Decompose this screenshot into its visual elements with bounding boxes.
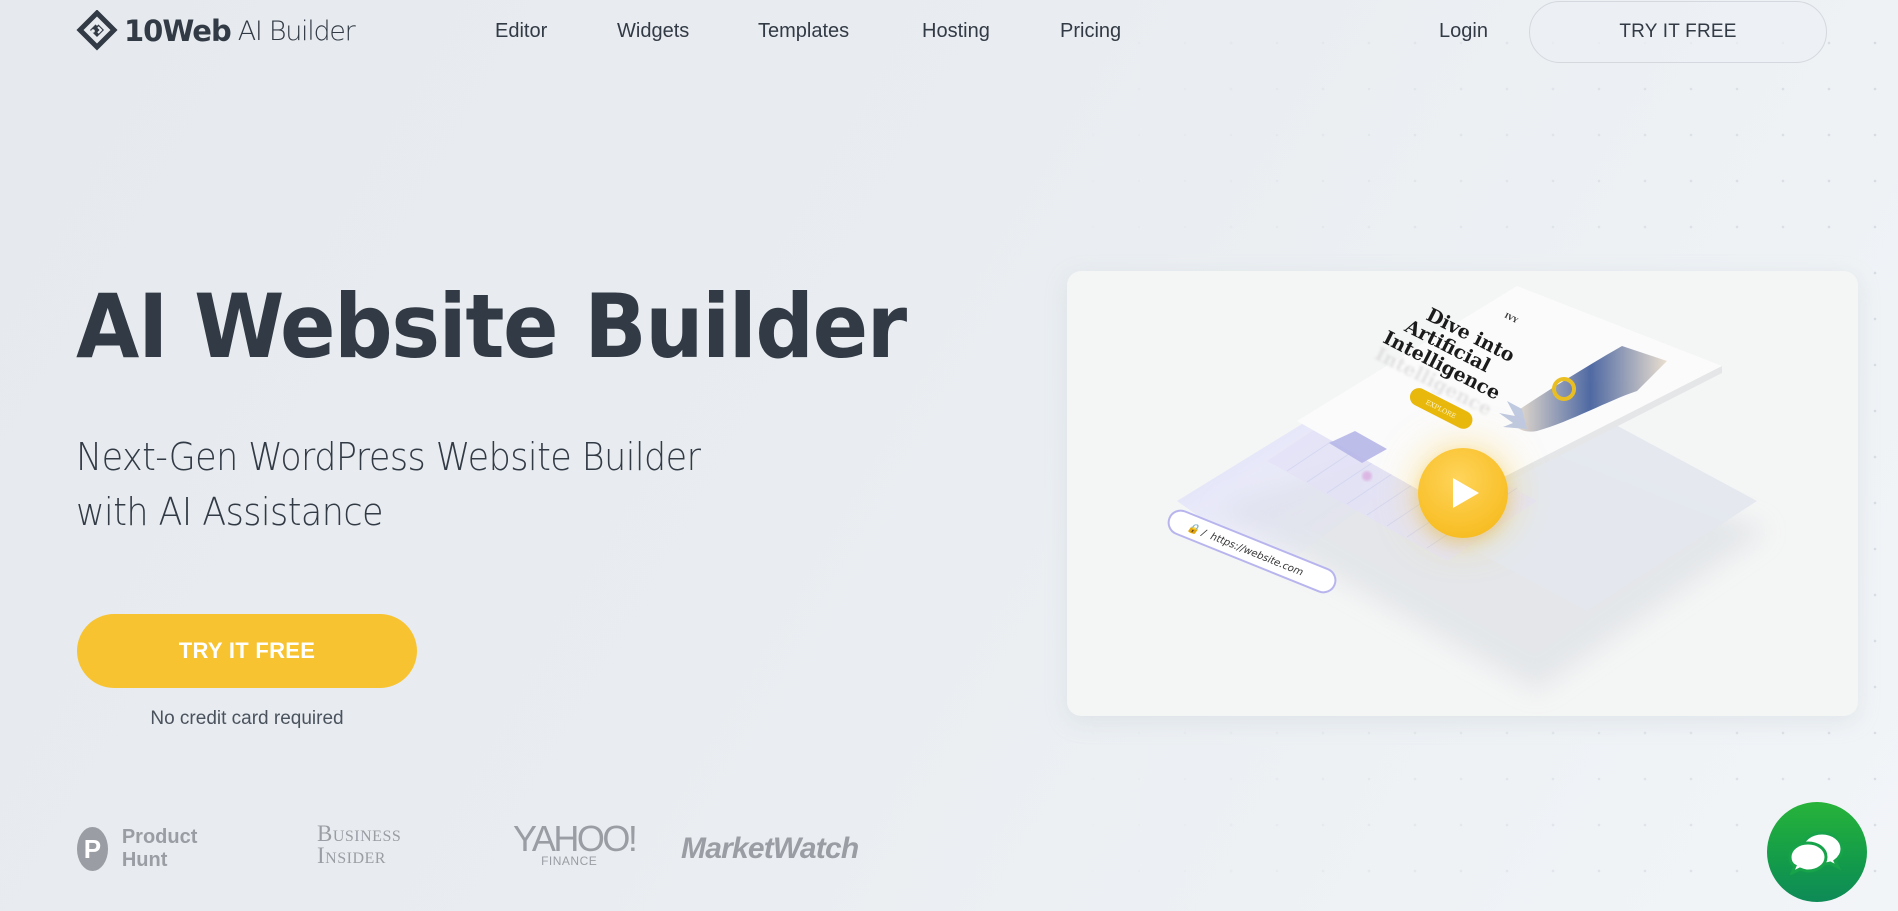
chat-bubbles-icon bbox=[1788, 831, 1844, 875]
nav-editor[interactable]: Editor bbox=[495, 20, 547, 43]
hero-subtitle: Next-Gen WordPress Website Builder with … bbox=[76, 430, 775, 540]
hero-try-free-button[interactable]: TRY IT FREE bbox=[77, 614, 417, 688]
product-hunt-logo: P Product Hunt bbox=[77, 826, 211, 872]
nav-hosting[interactable]: Hosting bbox=[922, 20, 990, 43]
logo-brand: 10Web bbox=[124, 14, 232, 48]
login-link[interactable]: Login bbox=[1439, 20, 1488, 43]
hero-subtitle-line-1: Next-Gen WordPress Website Builder bbox=[76, 435, 701, 479]
marketwatch-logo: MarketWatch bbox=[681, 832, 859, 865]
hero-title: AI Website Builder bbox=[76, 275, 907, 378]
hero-subtitle-line-2: with AI Assistance bbox=[76, 490, 384, 534]
yahoo-finance-main: YAHOO! bbox=[513, 818, 638, 859]
logo[interactable]: 10Web AI Builder bbox=[76, 9, 356, 53]
product-hunt-label: Product Hunt bbox=[121, 826, 198, 871]
business-insider-logo: Business Insider bbox=[317, 821, 402, 868]
nav-templates[interactable]: Templates bbox=[758, 20, 849, 43]
site-header: 10Web AI Builder Editor Widgets Template… bbox=[0, 0, 1898, 64]
business-insider-line-1: Business bbox=[317, 821, 402, 846]
product-hunt-icon: P bbox=[77, 827, 108, 871]
play-video-button[interactable] bbox=[1418, 448, 1508, 538]
chat-widget-button[interactable] bbox=[1767, 802, 1867, 902]
10web-diamond-logo-icon bbox=[76, 10, 118, 51]
nav-pricing[interactable]: Pricing bbox=[1060, 20, 1121, 43]
yahoo-finance-logo: YAHOO! FINANCE bbox=[513, 818, 638, 869]
no-credit-card-note: No credit card required bbox=[150, 708, 344, 729]
play-icon bbox=[1453, 478, 1479, 508]
nav-widgets[interactable]: Widgets bbox=[617, 20, 689, 43]
business-insider-line-2: Insider bbox=[317, 843, 386, 868]
logo-product: AI Builder bbox=[237, 15, 356, 47]
header-try-free-button[interactable]: TRY IT FREE bbox=[1529, 1, 1827, 63]
